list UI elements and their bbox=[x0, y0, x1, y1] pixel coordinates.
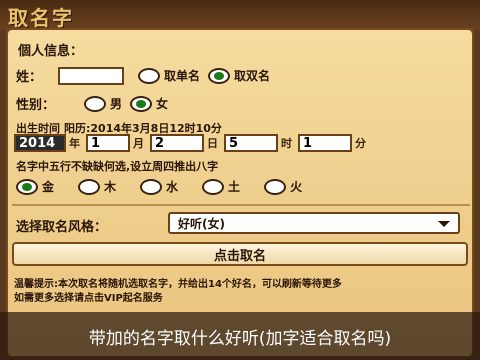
category-label: 选择取名风格： bbox=[16, 220, 108, 235]
note-line-2: 如需更多选择请点击VIP起名服务 bbox=[14, 293, 163, 304]
element-fire-label: 火 bbox=[290, 180, 303, 194]
note-line-1: 温馨提示:本次取名将随机选取名字，并给出14个好名，可以刷新等待更多 bbox=[14, 279, 342, 290]
female-label: 女 bbox=[156, 97, 169, 111]
form-panel: 個人信息： 姓： 取单名 取双名 性别： 男 女 出生时间 阳历:2014年3月… bbox=[6, 28, 474, 358]
male-label: 男 bbox=[110, 97, 123, 111]
element-earth-radio[interactable] bbox=[202, 178, 225, 195]
chevron-down-icon bbox=[438, 221, 450, 227]
month-unit: 月 bbox=[133, 137, 144, 150]
surname-label: 姓： bbox=[16, 70, 43, 85]
five-elements-prompt: 名字中五行不缺缺何选,设立周四推出八字 bbox=[16, 160, 219, 173]
element-wood-label: 木 bbox=[104, 180, 117, 194]
surname-row: 姓： 取单名 取双名 bbox=[16, 66, 480, 85]
element-metal-label: 金 bbox=[42, 180, 55, 194]
category-select[interactable]: 好听(女) bbox=[168, 212, 460, 234]
element-wood-radio[interactable] bbox=[78, 178, 101, 195]
caption-bar: 带加的名字取什么好听(加字适合取名吗) bbox=[0, 312, 480, 360]
element-fire-radio[interactable] bbox=[264, 178, 287, 195]
surname-input[interactable] bbox=[58, 66, 124, 85]
male-radio[interactable] bbox=[84, 95, 106, 112]
birth-hour-input[interactable]: 5 bbox=[224, 134, 278, 152]
five-elements-row: 金 木 水 土 火 bbox=[16, 178, 480, 195]
day-unit: 日 bbox=[207, 137, 218, 150]
caption-text: 带加的名字取什么好听(加字适合取名吗) bbox=[88, 328, 392, 349]
element-earth-label: 土 bbox=[228, 180, 241, 194]
submit-button[interactable]: 点击取名 bbox=[12, 242, 468, 266]
gender-label: 性别： bbox=[16, 98, 56, 113]
element-metal-radio[interactable] bbox=[16, 178, 38, 195]
birth-day-input[interactable]: 2 bbox=[150, 134, 204, 152]
birth-inputs-row: 2014 年 1 月 2 日 5 时 1 分 bbox=[14, 134, 478, 152]
birth-year-input[interactable]: 2014 bbox=[14, 134, 66, 152]
double-name-label: 取双名 bbox=[234, 69, 271, 83]
element-water-label: 水 bbox=[166, 180, 179, 194]
double-name-radio[interactable] bbox=[208, 67, 231, 84]
app-title: 取名字 bbox=[8, 6, 74, 30]
element-water-radio[interactable] bbox=[140, 178, 163, 195]
hour-unit: 时 bbox=[281, 137, 292, 150]
single-name-radio[interactable] bbox=[138, 67, 160, 84]
personal-info-title: 個人信息： bbox=[18, 44, 84, 59]
divider bbox=[12, 204, 470, 206]
birth-minute-input[interactable]: 1 bbox=[298, 134, 352, 152]
gender-row: 性别： 男 女 bbox=[16, 94, 480, 113]
five-elements-prompt-row: 名字中五行不缺缺何选,设立周四推出八字 bbox=[16, 158, 480, 174]
birth-month-input[interactable]: 1 bbox=[86, 134, 130, 152]
personal-info-row: 個人信息： bbox=[18, 40, 480, 59]
category-select-value: 好听(女) bbox=[178, 216, 225, 231]
single-name-label: 取单名 bbox=[164, 69, 201, 83]
female-radio[interactable] bbox=[130, 95, 153, 112]
year-unit: 年 bbox=[69, 137, 80, 150]
minute-unit: 分 bbox=[355, 137, 366, 150]
